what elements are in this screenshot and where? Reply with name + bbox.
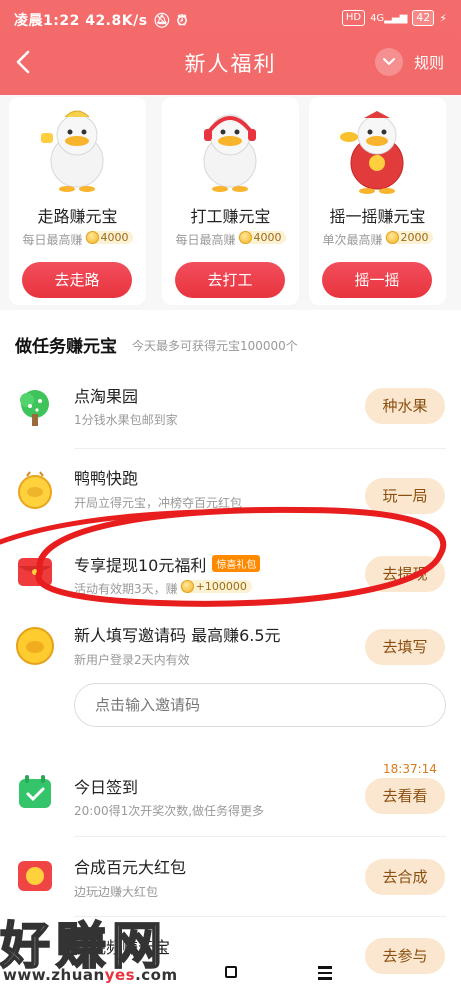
alarm-icon: ⏰︎ [176, 13, 188, 29]
coin-icon [85, 231, 99, 244]
card-sub-text: 单次最高赚 [322, 233, 383, 247]
task-desc-text: 活动有效期3天，赚 [74, 582, 178, 596]
task-desc: 活动有效期3天，赚 +100000 [74, 580, 252, 597]
task-title-text: 专享提现10元福利 [74, 556, 207, 575]
reward-amount: +100000 [195, 580, 247, 593]
divider [74, 448, 446, 449]
duck-mascot-icon [41, 110, 104, 192]
divider [74, 836, 446, 837]
task-title: 今日签到 [74, 778, 139, 797]
task-title: 专享提现10元福利 惊喜礼包 [74, 552, 261, 576]
status-time: 凌晨1:22 42.8K/s 🔕︎ ⏰︎ [14, 10, 188, 30]
coin-amount: 4000 [253, 231, 282, 244]
go-shake-button[interactable]: 摇一摇 [322, 262, 432, 298]
watermark-url: www.zhuanyes.com [3, 966, 178, 984]
task-title: 新人填写邀请码 最高赚6.5元 [74, 626, 281, 645]
task-invite-code: 新人填写邀请码 最高赚6.5元 新用户登录2天内有效 去填写 [0, 608, 461, 692]
status-bar: 凌晨1:22 42.8K/s 🔕︎ ⏰︎ HD 4G▂▄▆ 42 ⚡︎ [0, 8, 461, 32]
task-title: 鸭鸭快跑 [74, 469, 139, 488]
go-see-button[interactable]: 去看看 [365, 778, 445, 814]
card-title: 打工赚元宝 [190, 207, 271, 226]
fill-code-button[interactable]: 去填写 [365, 629, 445, 665]
chevron-down-icon[interactable] [375, 48, 403, 76]
card-walk: 走路赚元宝 每日最高赚 4000 去走路 [9, 97, 146, 305]
nav-bar: 新人福利 规则 [0, 38, 461, 86]
card-subtitle: 单次最高赚 2000 [309, 231, 446, 248]
watermark-url-accent: yes [104, 966, 136, 984]
status-clock: 凌晨1:22 [14, 13, 80, 29]
card-title: 走路赚元宝 [37, 207, 118, 226]
red-packet-badge-icon [18, 861, 52, 891]
task-title: 点淘果园 [74, 387, 139, 406]
task-duck-run: 鸭鸭快跑 开局立得元宝，冲榜夺百元红包 玩一局 [0, 452, 461, 536]
task-checkin: 今日签到 20:00得1次开奖次数,做任务得更多 去看看 [0, 752, 461, 836]
section-title: 做任务赚元宝 [15, 337, 117, 357]
task-orchard: 点淘果园 1分钱水果包邮到家 种水果 [0, 368, 461, 452]
coin-badge: 4000 [84, 231, 133, 244]
card-shake: 摇一摇赚元宝 单次最高赚 2000 摇一摇 [309, 97, 446, 305]
card-subtitle: 每日最高赚 4000 [162, 231, 299, 248]
calendar-check-icon [19, 775, 51, 808]
coin-icon [180, 580, 194, 593]
duck-headphones-mascot-icon [203, 114, 257, 192]
signal-icon: 4G▂▄▆ [370, 12, 408, 24]
watermark-url-pre: www.zhuan [3, 966, 105, 984]
duck-fortune-mascot-icon [340, 111, 404, 194]
tasks-section: 做任务赚元宝 今天最多可获得元宝100000个 点淘果园 1分钱水果包邮到家 种… [0, 310, 461, 1000]
task-withdraw: 专享提现10元福利 惊喜礼包 活动有效期3天，赚 +100000 去提现 [0, 534, 461, 618]
section-subtitle: 今天最多可获得元宝100000个 [132, 339, 298, 353]
coin-amount: 4000 [100, 231, 129, 244]
menu-icon[interactable] [318, 966, 332, 983]
play-round-button[interactable]: 玩一局 [365, 478, 445, 514]
battery-icon: 42 [412, 10, 435, 26]
card-title: 摇一摇赚元宝 [329, 207, 426, 226]
mute-icon: 🔕︎ [152, 13, 172, 29]
card-work: 打工赚元宝 每日最高赚 4000 去打工 [162, 97, 299, 305]
coin-badge: 4000 [237, 231, 286, 244]
recent-apps-icon[interactable] [225, 966, 237, 978]
card-sub-text: 每日最高赚 [22, 233, 83, 247]
gold-coin-icon [16, 627, 54, 665]
go-merge-button[interactable]: 去合成 [365, 859, 445, 895]
task-desc: 开局立得元宝，冲榜夺百元红包 [74, 496, 243, 510]
withdraw-button[interactable]: 去提现 [365, 556, 445, 592]
status-icons: HD 4G▂▄▆ 42 ⚡︎ [341, 10, 447, 26]
header: 凌晨1:22 42.8K/s 🔕︎ ⏰︎ HD 4G▂▄▆ 42 ⚡︎ 新人福利… [0, 0, 461, 95]
watermark: 好赚网 www.zhuanyes.com [0, 912, 240, 984]
charging-icon: ⚡︎ [439, 11, 447, 25]
task-desc: 新用户登录2天内有效 [74, 653, 190, 667]
gold-coin-ears-icon [18, 471, 52, 509]
coin-icon [385, 231, 399, 244]
network-label: 4G [370, 12, 385, 24]
gift-tag: 惊喜礼包 [212, 555, 261, 572]
task-desc: 1分钱水果包邮到家 [74, 413, 178, 427]
rules-link[interactable]: 规则 [414, 52, 444, 73]
go-walk-button[interactable]: 去走路 [22, 262, 132, 298]
task-desc: 边玩边赚大红包 [74, 885, 159, 899]
earn-cards: 走路赚元宝 每日最高赚 4000 去走路 打工赚元宝 每日最高赚 4000 去打工 [0, 95, 461, 310]
red-envelope-icon [18, 558, 52, 586]
task-title: 合成百元大红包 [74, 858, 187, 877]
coin-badge: 2000 [384, 231, 433, 244]
coin-amount: 2000 [400, 231, 429, 244]
go-work-button[interactable]: 去打工 [175, 262, 285, 298]
task-desc: 20:00得1次开奖次数,做任务得更多 [74, 804, 265, 818]
invite-code-input[interactable]: 点击输入邀请码 [74, 683, 446, 727]
plant-fruit-button[interactable]: 种水果 [365, 388, 445, 424]
card-sub-text: 每日最高赚 [175, 233, 236, 247]
status-speed: 42.8K/s [85, 13, 148, 29]
card-subtitle: 每日最高赚 4000 [9, 231, 146, 248]
coin-icon [238, 231, 252, 244]
hd-icon: HD [341, 10, 366, 26]
watermark-url-post: .com [135, 966, 178, 984]
tree-icon [20, 390, 49, 426]
participate-button[interactable]: 去参与 [365, 938, 445, 974]
reward-badge: +100000 [179, 580, 252, 593]
